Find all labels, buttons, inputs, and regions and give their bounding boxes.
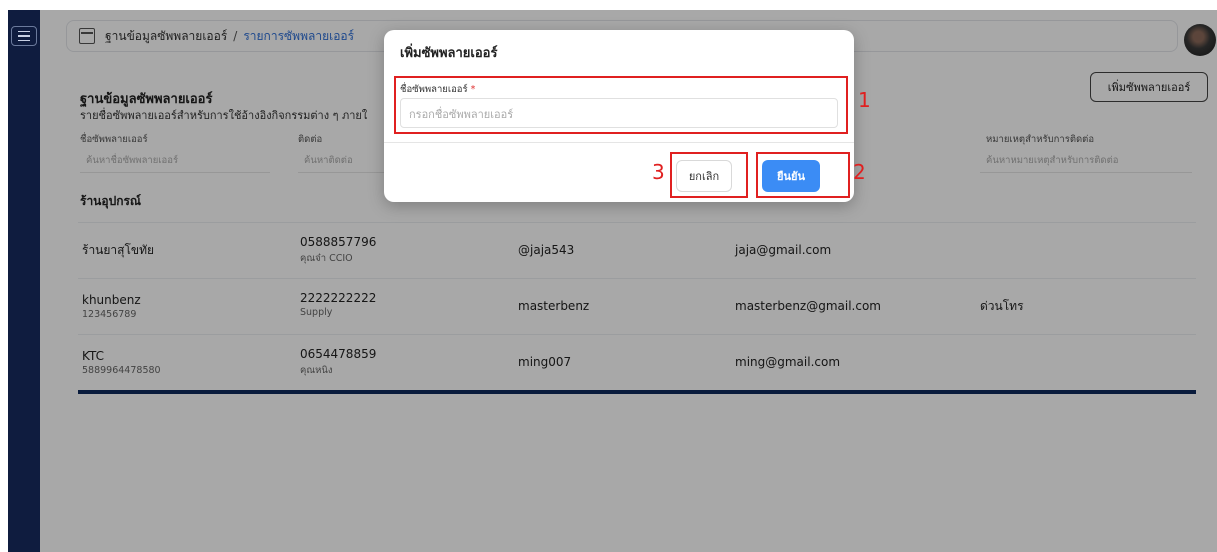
callout-box-3 [670,152,748,198]
hamburger-menu-icon[interactable] [11,26,37,46]
sidebar [8,10,40,552]
callout-number-3: 3 [652,160,665,184]
callout-number-2: 2 [853,160,866,184]
callout-box-1 [394,76,848,134]
callout-number-1: 1 [858,88,871,112]
dialog-divider [384,142,854,143]
dialog-title: เพิ่มซัพพลายเออร์ [400,46,498,61]
callout-box-2 [756,152,850,198]
